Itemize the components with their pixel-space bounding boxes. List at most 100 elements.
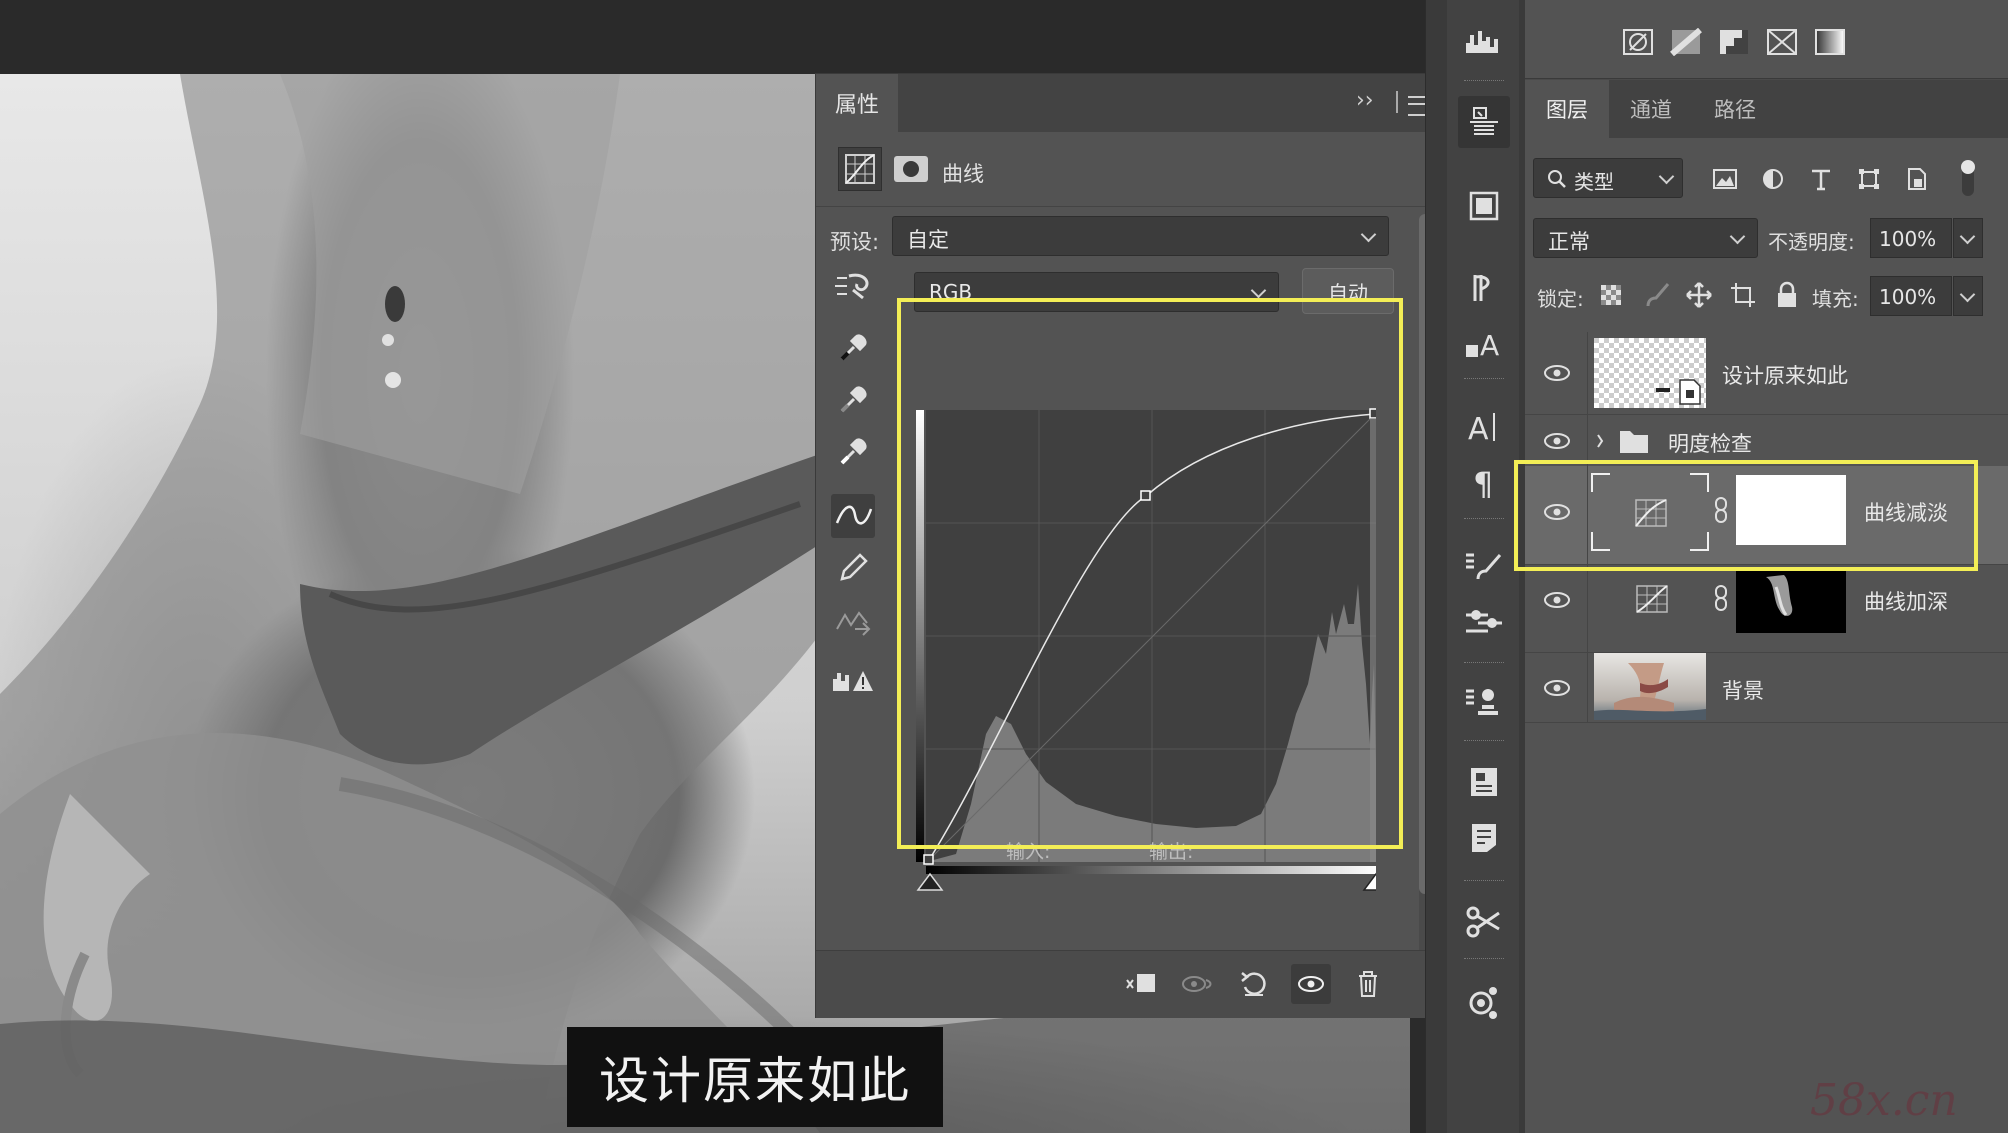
dock-grip[interactable] — [1464, 662, 1504, 666]
dock-grip[interactable] — [1464, 958, 1504, 962]
blend-mode-value: 正常 — [1548, 230, 1590, 254]
filter-smart-object-icon[interactable] — [1902, 164, 1932, 194]
layer-group-name[interactable]: 明度检查 — [1668, 428, 1752, 458]
filter-pixel-icon[interactable] — [1710, 164, 1740, 194]
tab-paths[interactable]: 路径 — [1693, 80, 1777, 138]
input-gradient-bar — [926, 866, 1376, 874]
tab-layers[interactable]: 图层 — [1525, 80, 1609, 138]
svg-text:¶: ¶ — [1473, 465, 1493, 499]
gradient-map-icon[interactable] — [1622, 28, 1654, 56]
tab-properties[interactable]: 属性 — [816, 74, 898, 132]
layer-mask-icon[interactable] — [894, 156, 928, 182]
lock-image-pixels-icon[interactable] — [1642, 280, 1672, 310]
preset-dropdown[interactable]: 自定 — [892, 216, 1389, 256]
pencil-icon[interactable] — [831, 546, 875, 590]
filter-type-icon[interactable] — [1806, 164, 1836, 194]
gray-eyedropper-icon[interactable] — [831, 378, 875, 422]
opacity-slider-button[interactable] — [1953, 218, 1983, 258]
curves-adjustment-icon[interactable] — [838, 147, 882, 191]
white-eyedropper-icon[interactable] — [831, 430, 875, 474]
properties-header — [816, 74, 1446, 132]
layer-filter-dropdown[interactable]: 类型 — [1533, 158, 1683, 198]
filter-adjustment-icon[interactable] — [1758, 164, 1788, 194]
curve-point-black[interactable] — [923, 854, 934, 865]
white-point-slider[interactable] — [1362, 872, 1376, 891]
fill-label: 填充: — [1812, 287, 1859, 311]
chevron-down-icon — [1959, 286, 1976, 303]
tool-presets-icon[interactable] — [1458, 596, 1510, 648]
layer-mask-thumbnail[interactable] — [1736, 567, 1846, 633]
eye-icon[interactable] — [1542, 363, 1572, 383]
header-separator — [1396, 91, 1398, 113]
blend-mode-dropdown[interactable]: 正常 — [1533, 218, 1758, 258]
preset-value: 自定 — [907, 228, 949, 252]
background-thumbnail[interactable] — [1594, 653, 1706, 720]
divider — [816, 206, 1446, 207]
chevron-down-icon — [1658, 168, 1675, 185]
lock-all-icon[interactable] — [1772, 280, 1802, 310]
fill-slider-button[interactable] — [1953, 276, 1983, 316]
layer-name[interactable]: 曲线加深 — [1864, 586, 1948, 616]
search-icon — [1548, 170, 1566, 188]
opacity-label: 不透明度: — [1768, 230, 1855, 254]
lock-artboard-icon[interactable] — [1728, 280, 1758, 310]
character-icon[interactable]: A — [1458, 400, 1510, 452]
layer-name[interactable]: 背景 — [1722, 675, 1764, 705]
curves-adjustment-icon[interactable] — [1634, 584, 1670, 614]
reset-icon[interactable] — [1234, 964, 1274, 1004]
delete-icon[interactable] — [1348, 964, 1388, 1004]
layer-name[interactable]: 设计原来如此 — [1722, 360, 1848, 390]
clip-to-layer-icon[interactable] — [1121, 964, 1161, 1004]
gradient-fill-icon[interactable] — [1814, 28, 1846, 56]
posterize-icon[interactable] — [1670, 27, 1702, 57]
lock-transparent-pixels-icon[interactable] — [1596, 280, 1626, 310]
filter-shape-icon[interactable] — [1854, 164, 1884, 194]
dock-grip[interactable] — [1464, 518, 1504, 522]
eye-icon[interactable] — [1542, 678, 1572, 698]
filter-toggle-switch[interactable] — [1961, 160, 1975, 196]
lock-label: 锁定: — [1537, 287, 1584, 311]
target-adjust-icon[interactable] — [831, 264, 875, 308]
properties-panel-icon[interactable] — [1458, 96, 1510, 148]
clipping-warning-icon[interactable] — [831, 658, 875, 702]
tab-channels[interactable]: 通道 — [1609, 80, 1693, 138]
histogram-icon[interactable] — [1458, 14, 1510, 66]
curve-point-icon[interactable] — [831, 494, 875, 538]
eye-icon[interactable] — [1542, 431, 1572, 451]
notes-icon[interactable] — [1458, 812, 1510, 864]
smooth-icon[interactable] — [831, 600, 875, 644]
black-point-slider[interactable] — [916, 872, 944, 891]
layer-thumbnail-smart-object[interactable] — [1594, 338, 1706, 408]
chain-link-icon[interactable] — [1714, 585, 1728, 611]
brush-settings-icon[interactable] — [1458, 540, 1510, 592]
clone-source-icon[interactable] — [1458, 262, 1510, 314]
layer-comps-icon[interactable] — [1458, 180, 1510, 232]
threshold-icon[interactable] — [1718, 28, 1750, 56]
chevron-down-icon — [1959, 228, 1976, 245]
visibility-icon[interactable] — [1291, 964, 1331, 1004]
subtitle-caption: 设计原来如此 — [567, 1027, 943, 1127]
share-icon[interactable] — [1458, 976, 1510, 1028]
character-styles-icon[interactable]: A — [1458, 318, 1510, 370]
clone-stamp-icon[interactable] — [1458, 676, 1510, 728]
libraries-icon[interactable] — [1458, 756, 1510, 808]
chevron-down-icon — [1729, 228, 1746, 245]
lock-position-icon[interactable] — [1684, 280, 1714, 310]
collapse-panel-button[interactable]: ›› — [1356, 88, 1374, 113]
paragraph-icon[interactable]: ¶ — [1458, 456, 1510, 508]
fill-input[interactable]: 100% — [1870, 276, 1952, 316]
eye-icon[interactable] — [1542, 590, 1572, 610]
folder-icon[interactable] — [1594, 427, 1654, 455]
dock-grip[interactable] — [1464, 880, 1504, 884]
opacity-input[interactable]: 100% — [1870, 218, 1952, 258]
tool-scissors-icon[interactable] — [1458, 896, 1510, 948]
dock-grip[interactable] — [1464, 80, 1504, 84]
preset-label: 预设: — [830, 230, 880, 254]
highlight-box-curves — [897, 298, 1403, 849]
dock-grip[interactable] — [1464, 740, 1504, 744]
dock-grip[interactable] — [1464, 378, 1504, 382]
black-eyedropper-icon[interactable] — [831, 326, 875, 370]
selective-color-icon[interactable] — [1766, 28, 1798, 56]
view-previous-icon[interactable] — [1178, 964, 1218, 1004]
document-tab-bar — [0, 0, 1425, 74]
